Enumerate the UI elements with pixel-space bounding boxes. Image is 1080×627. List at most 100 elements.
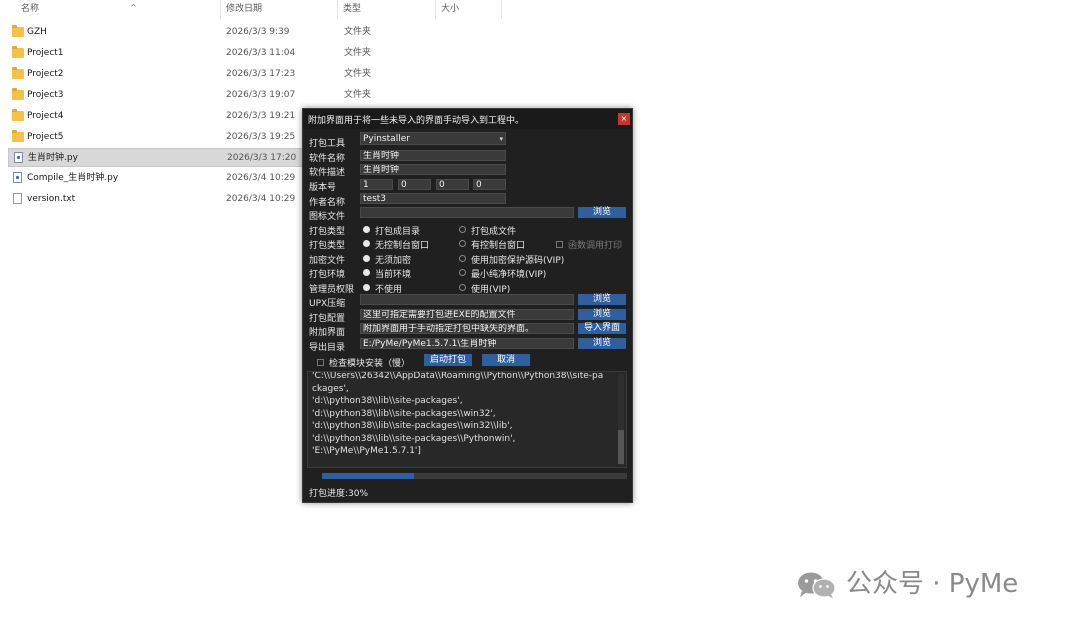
column-date[interactable]: 修改日期 bbox=[221, 0, 338, 19]
console-radio[interactable]: 有控制台窗口 bbox=[459, 238, 525, 251]
radio-dot bbox=[459, 269, 466, 276]
author-input-value: test3 bbox=[363, 194, 387, 204]
name-input[interactable]: 生肖时钟 bbox=[360, 150, 506, 161]
file-row[interactable]: Project3 2026/3/3 19:07 文件夹 bbox=[8, 86, 498, 105]
log-line: 'C:\\Users\\26342\\AppData\\Roaming\\Pyt… bbox=[312, 371, 604, 381]
radio-dot bbox=[459, 226, 466, 233]
dialog-titlebar[interactable]: 附加界面用于将一些未导入的界面手动导入到工程中。 × bbox=[303, 109, 632, 129]
folder-icon bbox=[12, 25, 24, 37]
extra-ui-input[interactable]: 附加界面用于手动指定打包中缺失的界面。 bbox=[360, 323, 574, 334]
pack-file-radio[interactable]: 打包成文件 bbox=[459, 224, 516, 237]
upx-input[interactable] bbox=[360, 294, 574, 305]
log-line: 'E:\\PyMe\\PyMe1.5.7.1'] bbox=[312, 446, 421, 456]
pack-file-label: 打包成文件 bbox=[471, 227, 517, 237]
cancel-button[interactable]: 取消 bbox=[482, 354, 530, 366]
pack-dir-radio[interactable]: 打包成目录 bbox=[363, 224, 420, 237]
config-input[interactable]: 这里可指定需要打包进EXE的配置文件 bbox=[360, 309, 574, 320]
extra-ui-label: 附加界面 bbox=[309, 328, 346, 338]
file-type: 文件夹 bbox=[344, 69, 372, 79]
vip-encrypt-label: 使用加密保护源码(VIP) bbox=[471, 256, 565, 266]
radio-dot bbox=[459, 284, 466, 291]
file-name: 生肖时钟.py bbox=[28, 153, 78, 163]
column-type[interactable]: 类型 bbox=[338, 0, 436, 19]
current-env-label: 当前环境 bbox=[375, 270, 412, 280]
browse-upx-button[interactable]: 浏览 bbox=[578, 294, 626, 305]
file-name: Project5 bbox=[27, 132, 64, 142]
log-line: 'd:\\python38\\lib\\site-packages', bbox=[312, 396, 463, 406]
check-modules-checkbox[interactable]: 检查模块安装（慢） bbox=[317, 356, 410, 369]
version-major-input[interactable]: 1 bbox=[360, 179, 393, 190]
vip-encrypt-radio[interactable]: 使用加密保护源码(VIP) bbox=[459, 253, 564, 266]
author-input[interactable]: test3 bbox=[360, 193, 506, 204]
import-ui-button[interactable]: 导入界面 bbox=[578, 323, 626, 334]
wechat-icon bbox=[798, 572, 836, 599]
checkbox-box bbox=[317, 359, 324, 366]
version-minor-input[interactable]: 0 bbox=[398, 179, 431, 190]
log-output[interactable]: 'C:\\Users\\26342\\AppData\\Roaming\\Pyt… bbox=[307, 371, 627, 468]
output-dir-input[interactable]: E:/PyMe/PyMe1.5.7.1\生肖时钟 bbox=[360, 338, 574, 349]
func-print-checkbox[interactable]: 函数调用打印 bbox=[556, 238, 622, 251]
folder-icon bbox=[12, 130, 24, 142]
folder-icon bbox=[12, 88, 24, 100]
column-size-label: 大小 bbox=[441, 4, 460, 14]
log-line: 'd:\\python38\\lib\\site-packages\\win32… bbox=[312, 408, 496, 419]
browse-icon-label: 浏览 bbox=[592, 207, 611, 217]
browse-config-button[interactable]: 浏览 bbox=[578, 309, 626, 320]
close-icon: × bbox=[620, 114, 628, 123]
version-patch-value: 0 bbox=[439, 180, 445, 190]
log-scrollbar[interactable] bbox=[618, 374, 624, 465]
current-env-radio[interactable]: 当前环境 bbox=[363, 267, 411, 280]
file-type: 文件夹 bbox=[344, 27, 372, 37]
encrypt-label: 加密文件 bbox=[309, 256, 346, 266]
author-label: 作者名称 bbox=[309, 198, 346, 208]
log-line: 'd:\\python38\\lib\\site-packages\\win32… bbox=[312, 421, 513, 431]
config-input-value: 这里可指定需要打包进EXE的配置文件 bbox=[363, 310, 516, 320]
start-pack-button[interactable]: 启动打包 bbox=[424, 354, 472, 366]
version-build-value: 0 bbox=[476, 180, 482, 190]
func-print-label: 函数调用打印 bbox=[568, 241, 623, 251]
package-dialog: 附加界面用于将一些未导入的界面手动导入到工程中。 × 打包工具 Pyinstal… bbox=[302, 108, 633, 503]
version-minor-value: 0 bbox=[401, 180, 407, 190]
column-name[interactable]: 名称 ^ bbox=[16, 0, 221, 19]
version-patch-input[interactable]: 0 bbox=[436, 179, 469, 190]
console-mode-label: 打包类型 bbox=[309, 241, 346, 251]
file-row[interactable]: Project2 2026/3/3 17:23 文件夹 bbox=[8, 65, 498, 84]
file-name: Project3 bbox=[27, 90, 64, 100]
version-build-input[interactable]: 0 bbox=[473, 179, 506, 190]
close-button[interactable]: × bbox=[618, 113, 630, 125]
file-name: version.txt bbox=[27, 194, 76, 204]
min-env-radio[interactable]: 最小纯净环境(VIP) bbox=[459, 267, 546, 280]
folder-icon bbox=[12, 67, 24, 79]
file-date: 2026/3/3 17:23 bbox=[226, 69, 296, 79]
log-lines: 'C:\\Users\\26342\\AppData\\Roaming\\Pyt… bbox=[312, 371, 617, 458]
browse-upx-label: 浏览 bbox=[592, 294, 611, 304]
no-encrypt-radio[interactable]: 无须加密 bbox=[363, 253, 411, 266]
browse-config-label: 浏览 bbox=[592, 309, 611, 319]
column-size[interactable]: 大小 bbox=[436, 0, 502, 19]
name-label: 软件名称 bbox=[309, 154, 346, 164]
file-date: 2026/3/3 11:04 bbox=[226, 48, 296, 58]
name-input-value: 生肖时钟 bbox=[363, 151, 400, 161]
no-console-radio[interactable]: 无控制台窗口 bbox=[363, 238, 429, 251]
file-row[interactable]: Project1 2026/3/3 11:04 文件夹 bbox=[8, 44, 498, 63]
radio-dot bbox=[363, 284, 370, 291]
icon-label: 图标文件 bbox=[309, 212, 346, 222]
file-row[interactable]: GZH 2026/3/3 9:39 文件夹 bbox=[8, 23, 498, 42]
tool-label: 打包工具 bbox=[309, 139, 346, 149]
tool-select[interactable]: Pyinstaller bbox=[360, 132, 506, 145]
version-label: 版本号 bbox=[309, 183, 337, 193]
browse-icon-button[interactable]: 浏览 bbox=[578, 207, 626, 218]
browse-output-button[interactable]: 浏览 bbox=[578, 338, 626, 349]
radio-dot bbox=[459, 255, 466, 262]
start-pack-label: 启动打包 bbox=[429, 355, 466, 365]
icon-file-input[interactable] bbox=[360, 207, 574, 218]
no-encrypt-label: 无须加密 bbox=[375, 256, 412, 266]
file-date: 2026/3/3 19:07 bbox=[226, 90, 296, 100]
desc-input[interactable]: 生肖时钟 bbox=[360, 164, 506, 175]
radio-dot bbox=[363, 269, 370, 276]
log-scrollbar-thumb[interactable] bbox=[618, 430, 624, 464]
file-name: Compile_生肖时钟.py bbox=[27, 173, 119, 183]
radio-dot bbox=[363, 226, 370, 233]
file-date: 2026/3/3 17:20 bbox=[227, 153, 297, 163]
column-name-label: 名称 bbox=[21, 4, 40, 14]
